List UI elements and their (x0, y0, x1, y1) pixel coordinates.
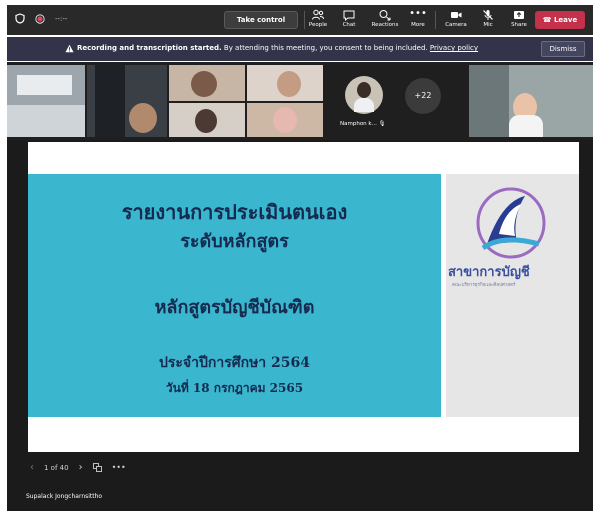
warning-icon (65, 44, 74, 53)
share-button[interactable]: Share (504, 8, 534, 29)
participant-video-tile[interactable] (169, 103, 245, 137)
presenter-name: Supalack Jongcharnsittho (26, 493, 103, 500)
participant-video-tile[interactable] (469, 65, 593, 137)
page-indicator: 1 of 40 (44, 463, 69, 472)
dismiss-button[interactable]: Dismiss (541, 41, 585, 57)
leave-label: Leave (553, 16, 578, 24)
participant-video-tile[interactable] (247, 65, 323, 101)
previous-slide-icon[interactable]: ‹ (30, 462, 34, 473)
chat-label: Chat (342, 22, 356, 28)
slide-title-panel: รายงานการประเมินตนเอง ระดับหลักสูตร หลัก… (28, 174, 441, 417)
phone-hangup-icon: ☎ (542, 16, 552, 24)
more-icon: ••• (409, 8, 427, 19)
reactions-icon (379, 10, 391, 21)
recording-icon (35, 13, 45, 24)
accounting-department-logo (476, 187, 546, 259)
chat-button[interactable]: Chat (334, 8, 364, 29)
logo-subtitle: คณะบริหารธุรกิจและศิลปศาสตร์ (452, 283, 516, 288)
mic-muted-icon (483, 10, 493, 20)
participant-name-label: Namphon k... (340, 121, 377, 127)
reactions-label: Reactions (371, 22, 399, 28)
banner-bold-text: Recording and transcription started. (77, 44, 222, 52)
people-button[interactable]: People (303, 8, 333, 29)
people-icon (312, 9, 324, 20)
logo-title: สาขาการบัญชี (448, 265, 530, 280)
mic-off-icon: 🎙︎ (378, 121, 386, 127)
toolbar-left: --:-- (15, 13, 67, 24)
recording-banner: Recording and transcription started. By … (7, 37, 593, 61)
share-icon (514, 11, 524, 19)
meeting-toolbar: --:-- Take control People Chat Reactions… (7, 5, 593, 35)
participant-video-tile[interactable] (7, 65, 85, 137)
next-slide-icon[interactable]: › (79, 462, 83, 473)
banner-message: Recording and transcription started. By … (77, 44, 478, 52)
reactions-button[interactable]: Reactions (370, 8, 400, 29)
slide-academic-year: ประจำปีการศึกษา 2564 (158, 355, 311, 371)
people-label: People (308, 22, 328, 28)
shield-icon[interactable] (15, 13, 25, 24)
presentation-slide: รายงานการประเมินตนเอง ระดับหลักสูตร หลัก… (28, 142, 579, 452)
slide-pager: ‹ 1 of 40 › ••• (30, 462, 126, 473)
camera-icon (451, 12, 462, 18)
participant-video-tile[interactable] (87, 65, 167, 137)
participant-video-tile[interactable] (247, 103, 323, 137)
share-label: Share (511, 22, 527, 28)
meeting-timer: --:-- (55, 14, 68, 23)
meeting-window: --:-- Take control People Chat Reactions… (0, 0, 598, 511)
mic-label: Mic (483, 22, 493, 28)
mic-button[interactable]: Mic (473, 8, 503, 29)
toolbar-divider (435, 11, 436, 29)
privacy-policy-link[interactable]: Privacy policy (430, 44, 478, 52)
participant-video-tile[interactable] (169, 65, 245, 101)
more-participants-button[interactable]: +22 (405, 78, 441, 114)
camera-button[interactable]: Camera (441, 8, 471, 29)
slide-program-name: หลักสูตรบัญชีบัณฑิต (154, 297, 315, 318)
camera-label: Camera (445, 22, 467, 28)
take-control-button[interactable]: Take control (224, 11, 298, 29)
slide-grid-icon[interactable] (92, 463, 102, 472)
more-label: More (411, 22, 425, 28)
participant-name: Namphon k... 🎙︎ (340, 121, 386, 127)
chat-icon (343, 10, 355, 22)
slide-date: วันที่ 18 กรกฎาคม 2565 (165, 381, 304, 395)
more-button[interactable]: ••• More (403, 8, 433, 29)
slide-heading: รายงานการประเมินตนเอง (121, 200, 348, 224)
leave-button[interactable]: ☎ Leave (535, 11, 585, 29)
slide-subheading: ระดับหลักสูตร (180, 231, 289, 252)
more-options-icon[interactable]: ••• (112, 463, 126, 472)
slide-logo-panel (446, 174, 579, 417)
participant-avatar[interactable] (345, 76, 383, 114)
banner-body-text: By attending this meeting, you consent t… (223, 44, 428, 52)
